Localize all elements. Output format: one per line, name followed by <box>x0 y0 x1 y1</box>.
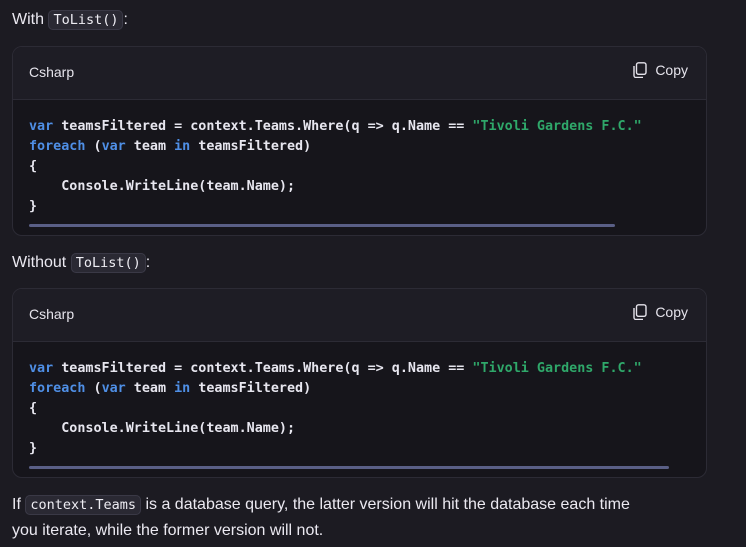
keyword-in: in <box>174 139 191 154</box>
copy-button[interactable]: Copy <box>633 62 688 78</box>
code-text: teamsFiltered = context.Teams.Where(q =>… <box>53 119 473 134</box>
without-tolist-heading: Without ToList(): <box>12 252 150 274</box>
code-line: foreach (var team in teamsFiltered) <box>29 137 706 157</box>
keyword-var: var <box>101 139 126 154</box>
footer-prefix: If <box>12 496 26 513</box>
code-line: var teamsFiltered = context.Teams.Where(… <box>29 117 706 137</box>
code-block-with-tolist: Csharp Copy var teamsFiltered = context.… <box>12 46 707 236</box>
code-content: var teamsFiltered = context.Teams.Where(… <box>29 117 706 217</box>
copy-icon <box>633 62 648 78</box>
footer-suffix: is a database query, the latter version … <box>141 496 630 513</box>
code-block-header: Csharp Copy <box>13 289 706 342</box>
copy-icon <box>633 304 648 320</box>
horizontal-scrollbar[interactable] <box>29 224 615 227</box>
code-language-label: Csharp <box>29 64 75 80</box>
code-line: Console.WriteLine(team.Name); <box>29 421 296 436</box>
keyword-var: var <box>29 119 54 134</box>
copy-label: Copy <box>655 62 688 78</box>
intro-text: With <box>12 11 44 28</box>
code-line: var teamsFiltered = context.Teams.Where(… <box>29 359 706 379</box>
horizontal-scrollbar[interactable] <box>29 466 669 469</box>
explanation-line-1: If context.Teams is a database query, th… <box>12 494 630 516</box>
string-literal: "Tivoli Gardens F.C." <box>472 119 642 134</box>
explanation-line-2: you iterate, while the former version wi… <box>12 522 324 539</box>
inline-code: ToList() <box>70 253 146 273</box>
code-line: foreach (var team in teamsFiltered) <box>29 379 706 399</box>
code-text: teamsFiltered = context.Teams.Where(q =>… <box>53 361 473 376</box>
copy-button[interactable]: Copy <box>633 304 688 320</box>
code-text: teamsFiltered) <box>190 139 312 154</box>
code-line: } <box>29 441 38 456</box>
code-text: team <box>125 139 175 154</box>
string-literal: "Tivoli Gardens F.C." <box>472 361 642 376</box>
code-text: teamsFiltered) <box>190 381 312 396</box>
keyword-foreach: foreach <box>29 381 86 396</box>
code-line: { <box>29 159 38 174</box>
code-text: ( <box>85 139 102 154</box>
keyword-foreach: foreach <box>29 139 86 154</box>
code-text: ( <box>85 381 102 396</box>
code-line: { <box>29 401 38 416</box>
inline-code: ToList() <box>48 10 124 30</box>
code-block-without-tolist: Csharp Copy var teamsFiltered = context.… <box>12 288 707 478</box>
code-content: var teamsFiltered = context.Teams.Where(… <box>29 359 706 459</box>
with-tolist-heading: With ToList(): <box>12 9 128 31</box>
code-line: Console.WriteLine(team.Name); <box>29 179 296 194</box>
inline-code: context.Teams <box>25 495 142 515</box>
intro-colon: : <box>123 11 128 28</box>
code-text: team <box>125 381 175 396</box>
code-language-label: Csharp <box>29 306 75 322</box>
code-line: } <box>29 199 38 214</box>
keyword-in: in <box>174 381 191 396</box>
copy-label: Copy <box>655 304 688 320</box>
intro-text: Without <box>12 254 67 271</box>
intro-colon: : <box>145 254 151 271</box>
keyword-var: var <box>101 381 126 396</box>
code-block-header: Csharp Copy <box>13 47 706 100</box>
keyword-var: var <box>29 361 54 376</box>
